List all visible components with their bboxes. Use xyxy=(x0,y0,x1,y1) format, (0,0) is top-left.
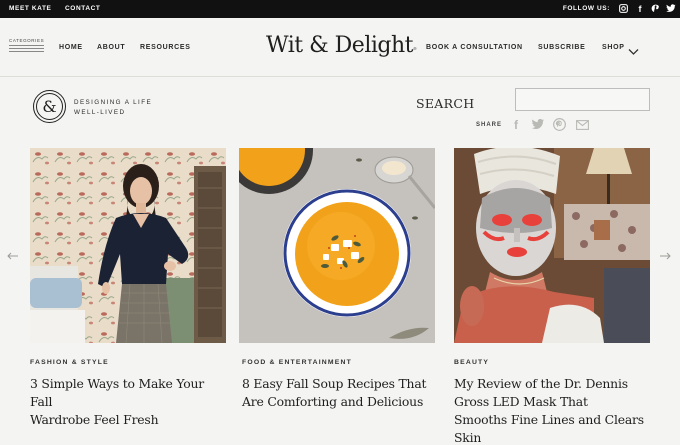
nav-about[interactable]: ABOUT xyxy=(97,44,125,51)
card-title-line: 8 Easy Fall Soup Recipes That xyxy=(242,376,427,391)
search-label: SEARCH xyxy=(416,96,475,111)
share-label: SHARE xyxy=(476,122,503,128)
pinterest-icon[interactable] xyxy=(650,3,660,14)
tagline-line-2: WELL-LIVED xyxy=(74,109,126,116)
card-category-beauty[interactable]: BEAUTY xyxy=(454,359,489,366)
card-title-line: Are Comforting and Delicious xyxy=(242,394,424,409)
site-logo[interactable]: Wit & Delight® xyxy=(266,33,417,58)
categories-label[interactable]: CATEGORIES xyxy=(9,38,44,43)
header-divider xyxy=(0,76,680,77)
card-title-line: Skin xyxy=(454,430,482,445)
tagline: DESIGNING A LIFE WELL-LIVED xyxy=(74,98,152,118)
tagline-line-1: DESIGNING A LIFE xyxy=(74,99,153,106)
card-title-line: Gross LED Mask That xyxy=(454,394,588,409)
card-image-soup[interactable] xyxy=(239,148,435,343)
card-title-soup[interactable]: 8 Easy Fall Soup Recipes That Are Comfor… xyxy=(242,375,442,411)
card-title-line: Smooths Fine Lines and Clears xyxy=(454,412,644,427)
card-title-fashion[interactable]: 3 Simple Ways to Make Your Fall Wardrobe… xyxy=(30,375,230,429)
card-category-food[interactable]: FOOD & ENTERTAINMENT xyxy=(242,359,352,366)
search-input[interactable] xyxy=(515,88,650,111)
nav-subscribe[interactable]: SUBSCRIBE xyxy=(538,44,586,51)
card-title-led-mask[interactable]: My Review of the Dr. Dennis Gross LED Ma… xyxy=(454,375,654,445)
nav-shop[interactable]: SHOP xyxy=(602,44,625,51)
chevron-down-icon[interactable] xyxy=(628,43,639,61)
logo-text: Wit & Delight xyxy=(266,33,414,58)
share-pinterest-icon[interactable] xyxy=(553,118,566,131)
twitter-icon[interactable] xyxy=(666,3,676,14)
categories-menu-icon[interactable] xyxy=(9,45,44,54)
card-title-line: My Review of the Dr. Dennis xyxy=(454,376,628,391)
facebook-icon[interactable]: f xyxy=(635,3,645,14)
card-title-line: Wardrobe Feel Fresh xyxy=(30,412,159,427)
card-category-fashion[interactable]: FASHION & STYLE xyxy=(30,359,109,366)
card-image-led-mask[interactable] xyxy=(454,148,650,343)
share-email-icon[interactable] xyxy=(576,118,589,131)
follow-us-label: FOLLOW US: xyxy=(562,5,610,12)
meet-kate-link[interactable]: MEET KATE xyxy=(9,5,51,12)
badge-glyph: & xyxy=(36,93,63,120)
carousel-next-arrow-icon[interactable] xyxy=(659,248,671,263)
card-title-line: 3 Simple Ways to Make Your Fall xyxy=(30,376,205,409)
nav-book-consultation[interactable]: BOOK A CONSULTATION xyxy=(426,44,523,51)
share-twitter-icon[interactable] xyxy=(531,118,545,131)
share-facebook-icon[interactable]: f xyxy=(514,118,518,132)
nav-home[interactable]: HOME xyxy=(59,44,83,51)
carousel-prev-arrow-icon[interactable] xyxy=(7,248,19,263)
instagram-icon[interactable] xyxy=(618,3,628,14)
contact-link[interactable]: CONTACT xyxy=(65,5,101,12)
card-image-fashion[interactable] xyxy=(30,148,226,343)
ampersand-badge-icon: & xyxy=(33,90,66,123)
nav-resources[interactable]: RESOURCES xyxy=(140,44,191,51)
top-bar: MEET KATE CONTACT FOLLOW US: f xyxy=(0,0,680,18)
